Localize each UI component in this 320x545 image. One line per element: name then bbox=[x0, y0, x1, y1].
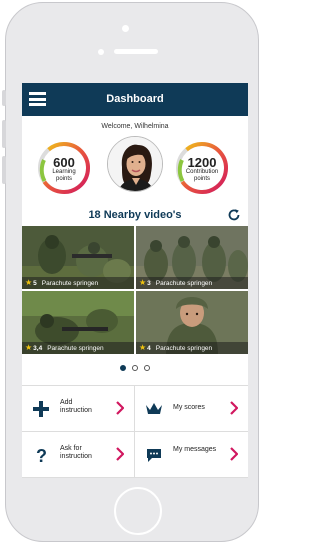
carousel-pager bbox=[22, 354, 248, 371]
chevron-right-icon bbox=[230, 447, 238, 461]
mute-switch bbox=[2, 90, 6, 106]
crown-icon bbox=[146, 403, 162, 414]
learning-points-value: 600 bbox=[53, 155, 75, 170]
user-avatar[interactable] bbox=[107, 136, 163, 192]
video-title: Parachute springen bbox=[155, 345, 213, 352]
learning-points-label-1: Learning bbox=[52, 169, 76, 175]
volume-down-button bbox=[2, 156, 6, 184]
pager-dot[interactable] bbox=[144, 365, 150, 371]
star-icon: ★ bbox=[139, 343, 147, 352]
volume-up-button bbox=[2, 120, 6, 148]
ask-instruction-label-1: Ask for bbox=[60, 445, 82, 452]
ask-instruction-label-2: instruction bbox=[60, 453, 92, 460]
chevron-right-icon bbox=[116, 401, 124, 415]
star-icon: ★ bbox=[25, 343, 33, 352]
welcome-text: Welcome, Wilhelmina bbox=[101, 123, 169, 130]
contribution-points-label-2: points bbox=[193, 176, 210, 182]
learning-points-label-2: points bbox=[55, 176, 72, 182]
video-tile[interactable]: ★4 Parachute springen bbox=[136, 291, 248, 354]
contribution-points-label-1: Contribution bbox=[185, 169, 219, 175]
learning-points-ring[interactable]: 600 Learning points bbox=[36, 140, 92, 196]
top-bar: Dashboard bbox=[22, 83, 248, 116]
video-rating: 4 bbox=[147, 345, 151, 352]
chevron-right-icon bbox=[116, 447, 124, 461]
video-tile[interactable]: ★5 Parachute springen bbox=[22, 226, 134, 289]
phone-speaker bbox=[114, 49, 158, 54]
video-rating: 3 bbox=[147, 280, 151, 287]
contribution-points-value: 1200 bbox=[187, 155, 217, 170]
plus-icon bbox=[33, 401, 49, 417]
phone-camera bbox=[98, 49, 104, 55]
question-icon: ? bbox=[36, 446, 47, 464]
add-instruction-label-2: instruction bbox=[60, 407, 92, 414]
my-messages-label: My messages bbox=[173, 446, 217, 453]
refresh-icon[interactable] bbox=[227, 208, 241, 222]
star-icon: ★ bbox=[25, 278, 33, 287]
my-scores-label: My scores bbox=[173, 404, 205, 411]
pager-dot[interactable] bbox=[120, 365, 126, 371]
video-rating: 3,4 bbox=[33, 345, 43, 352]
stats-row: 600 Learning points 1200 Contribution po… bbox=[22, 136, 248, 200]
video-tile[interactable]: ★3 Parachute springen bbox=[136, 226, 248, 289]
video-title: Parachute springen bbox=[41, 280, 99, 287]
ask-instruction-button[interactable]: ? Ask for instruction bbox=[22, 432, 135, 478]
pager-dot[interactable] bbox=[132, 365, 138, 371]
my-messages-button[interactable]: My messages bbox=[135, 432, 248, 478]
video-title: Parachute springen bbox=[155, 280, 213, 287]
star-icon: ★ bbox=[139, 278, 147, 287]
my-scores-button[interactable]: My scores bbox=[135, 386, 248, 432]
video-tile[interactable]: ★3,4 Parachute springen bbox=[22, 291, 134, 354]
add-instruction-label-1: Add bbox=[60, 399, 73, 406]
contribution-points-ring[interactable]: 1200 Contribution points bbox=[174, 140, 230, 196]
video-rating: 5 bbox=[33, 280, 37, 287]
videos-header: 18 Nearby video's bbox=[22, 204, 248, 226]
svg-text:?: ? bbox=[36, 446, 47, 464]
app-screen: Dashboard Welcome, Wilhelmina 600 Learni… bbox=[22, 83, 248, 478]
chevron-right-icon bbox=[230, 401, 238, 415]
actions-grid: Add instruction My scores ? Ask for instru… bbox=[22, 385, 248, 478]
video-title: Parachute springen bbox=[47, 345, 104, 352]
page-title: Dashboard bbox=[106, 93, 164, 105]
chat-bubble-icon bbox=[147, 449, 161, 462]
home-button[interactable] bbox=[114, 487, 162, 535]
add-instruction-button[interactable]: Add instruction bbox=[22, 386, 135, 432]
phone-sensor bbox=[122, 25, 129, 32]
videos-title: 18 Nearby video's bbox=[88, 209, 182, 221]
video-grid: ★5 Parachute springen ★3 Parachute springe… bbox=[22, 226, 248, 354]
